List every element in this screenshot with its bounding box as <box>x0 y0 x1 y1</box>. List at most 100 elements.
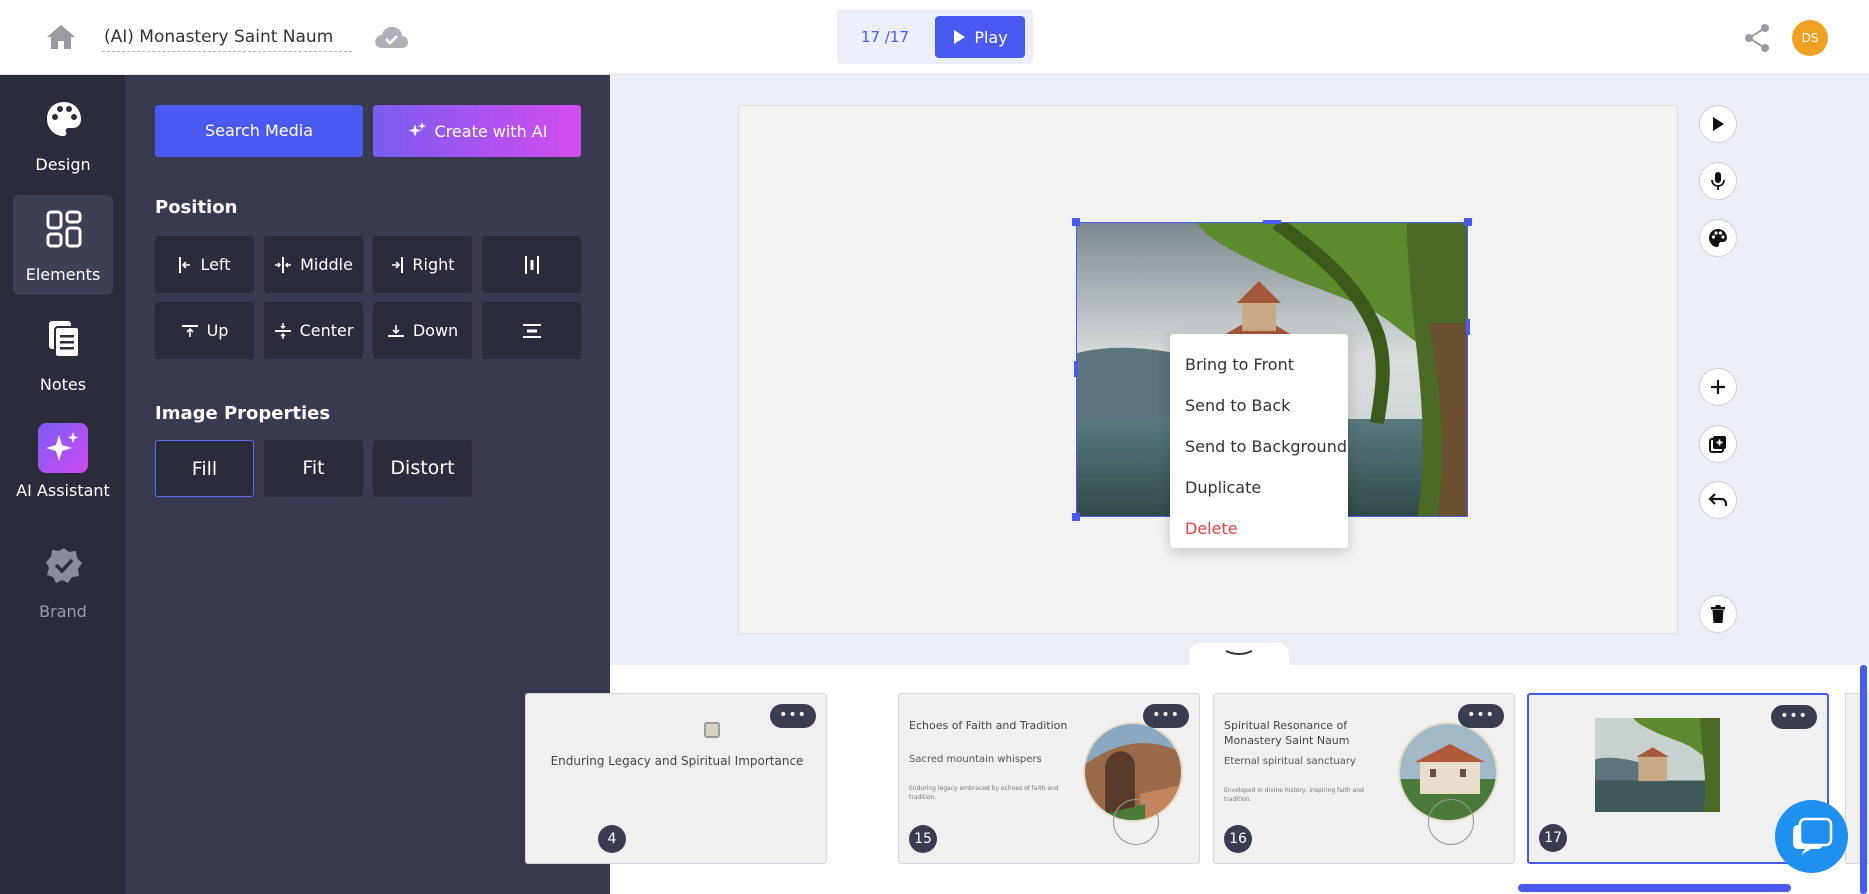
record-voice-button[interactable] <box>1699 162 1737 200</box>
play-label: Play <box>974 27 1008 47</box>
slide-counter: 17 /17 Play <box>837 10 1033 64</box>
align-middle-button[interactable]: Middle <box>264 236 363 293</box>
notes-icon <box>49 321 80 358</box>
rail-label-elements: Elements <box>25 265 101 284</box>
slide-thumbnail-14[interactable]: Enduring Legacy and Spiritual Importance… <box>525 693 827 864</box>
distribute-vertical-icon <box>522 323 541 338</box>
left-rail: Design Elements Notes AI Assistant Brand <box>0 75 125 894</box>
rail-label-notes: Notes <box>39 375 87 394</box>
align-up-label: Up <box>206 321 229 340</box>
search-media-button[interactable]: Search Media <box>155 105 363 157</box>
top-bar: (AI) Monastery Saint Naum 17 /17 Play DS <box>0 0 1869 75</box>
menu-item-send-to-background[interactable]: Send to Background <box>1170 426 1348 467</box>
slide-16-body: Enveloped in divine history, inspiring f… <box>1224 787 1364 803</box>
align-center-label: Center <box>299 321 354 340</box>
brand-badge-icon <box>46 548 82 583</box>
align-down-button[interactable]: Down <box>373 302 472 359</box>
play-icon <box>1713 117 1724 131</box>
resize-handle-top[interactable] <box>1263 220 1281 224</box>
rail-item-brand[interactable]: Brand <box>13 532 113 632</box>
align-left-icon <box>179 256 191 273</box>
slide-thumbnail-15[interactable]: Echoes of Faith and Tradition Sacred mou… <box>898 693 1200 864</box>
align-right-label: Right <box>412 255 455 274</box>
distribute-horizontal-icon <box>524 255 539 274</box>
align-middle-label: Middle <box>300 255 353 274</box>
slide-15-title: Echoes of Faith and Tradition <box>909 719 1068 732</box>
duplicate-icon <box>1709 436 1726 453</box>
menu-item-bring-to-front[interactable]: Bring to Front <box>1170 344 1348 385</box>
document-title-input[interactable]: (AI) Monastery Saint Naum <box>102 22 352 52</box>
slide-15-body: Enduring legacy embraced by echoes of fa… <box>909 785 1059 801</box>
slide-17-menu-button[interactable]: ••• <box>1771 705 1817 729</box>
slide-15-subtitle: Sacred mountain whispers <box>909 754 1042 765</box>
sparkle-icon <box>408 122 426 137</box>
image-fill-button[interactable]: Fill <box>155 440 254 497</box>
align-right-button[interactable]: Right <box>373 236 472 293</box>
slide-16-ring <box>1428 799 1474 845</box>
undo-icon <box>1708 493 1728 506</box>
delete-slide-button[interactable] <box>1699 595 1737 633</box>
position-heading: Position <box>155 197 238 218</box>
context-menu: Bring to Front Send to Back Send to Back… <box>1170 334 1348 548</box>
image-fit-button[interactable]: Fit <box>264 440 363 497</box>
user-avatar[interactable]: DS <box>1792 20 1828 56</box>
create-with-ai-button[interactable]: Create with AI <box>373 105 581 157</box>
rail-label-brand: Brand <box>39 602 87 621</box>
cloud-saved-icon <box>372 24 410 52</box>
align-up-icon <box>181 324 198 337</box>
menu-item-duplicate[interactable]: Duplicate <box>1170 467 1348 508</box>
slide-14-title: Enduring Legacy and Spiritual Importance <box>550 754 804 768</box>
resize-handle-top-left[interactable] <box>1072 218 1080 226</box>
menu-item-send-to-back[interactable]: Send to Back <box>1170 385 1348 426</box>
rail-item-design[interactable]: Design <box>13 85 113 185</box>
rail-item-ai-assistant[interactable]: AI Assistant <box>13 420 113 520</box>
palette-icon <box>1709 229 1727 247</box>
filmstrip-vertical-scrollbar[interactable] <box>1860 665 1867 894</box>
image-distort-button[interactable]: Distort <box>373 440 472 497</box>
align-right-icon <box>392 256 404 273</box>
resize-handle-bottom-left[interactable] <box>1072 513 1080 521</box>
slide-14-menu-button[interactable]: ••• <box>770 704 816 728</box>
home-icon[interactable] <box>44 22 78 52</box>
menu-item-delete[interactable]: Delete <box>1170 508 1348 549</box>
align-center-button[interactable]: Center <box>264 302 363 359</box>
add-slide-button[interactable] <box>1699 368 1737 406</box>
slide-16-number: 16 <box>1224 825 1252 853</box>
resize-handle-left[interactable] <box>1074 361 1078 377</box>
align-down-icon <box>387 324 404 337</box>
sparkle-icon <box>38 423 88 473</box>
support-chat-button[interactable] <box>1775 800 1848 873</box>
slide-thumbnail-16[interactable]: Spiritual Resonance of Monastery Saint N… <box>1213 693 1515 864</box>
slide-16-menu-button[interactable]: ••• <box>1458 704 1504 728</box>
play-button[interactable]: Play <box>935 16 1025 58</box>
rail-item-elements[interactable]: Elements <box>13 195 113 295</box>
preview-play-button[interactable] <box>1699 105 1737 143</box>
image-properties-heading: Image Properties <box>155 403 331 424</box>
slide-15-number: 15 <box>909 825 937 853</box>
microphone-icon <box>1711 172 1725 190</box>
distribute-horizontal-button[interactable] <box>482 236 581 293</box>
theme-palette-button[interactable] <box>1699 219 1737 257</box>
duplicate-slide-button[interactable] <box>1699 425 1737 463</box>
align-middle-icon <box>275 256 292 273</box>
resize-handle-top-right[interactable] <box>1464 218 1472 226</box>
rail-item-notes[interactable]: Notes <box>13 305 113 405</box>
resize-handle-right[interactable] <box>1466 319 1470 335</box>
distribute-vertical-button[interactable] <box>482 302 581 359</box>
play-icon <box>954 30 966 44</box>
filmstrip-scrollbar[interactable] <box>1518 884 1791 892</box>
chat-icon <box>1792 817 1832 855</box>
align-up-button[interactable]: Up <box>155 302 254 359</box>
slide-16-subtitle: Eternal spiritual sanctuary <box>1224 756 1356 767</box>
slide-17-image <box>1595 718 1720 812</box>
rail-label-ai-assistant: AI Assistant <box>16 481 110 500</box>
slide-filmstrip: Enduring Legacy and Spiritual Importance… <box>525 665 1869 894</box>
undo-button[interactable] <box>1699 481 1737 519</box>
slide-15-menu-button[interactable]: ••• <box>1143 704 1189 728</box>
align-left-button[interactable]: Left <box>155 236 254 293</box>
align-left-label: Left <box>200 255 231 274</box>
filmstrip-toggle[interactable] <box>1189 643 1289 665</box>
chevron-down-icon <box>1225 650 1253 655</box>
share-icon[interactable] <box>1742 22 1772 54</box>
elements-grid-icon <box>46 210 82 248</box>
